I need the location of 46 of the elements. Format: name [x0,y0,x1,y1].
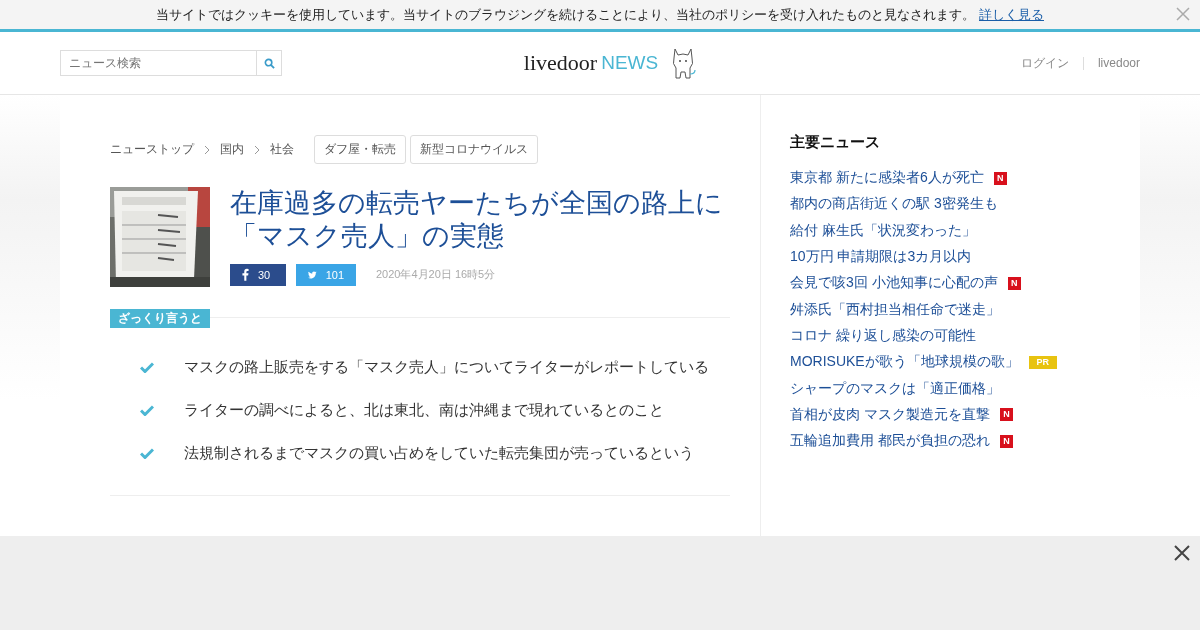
new-badge: N [1007,276,1021,290]
chevron-icon [204,144,210,155]
news-link[interactable]: 舛添氏「西村担当相任命で迷走」 [790,300,1000,319]
summary-label: ざっくり言うと [110,309,210,328]
search-icon [263,57,275,69]
search-field[interactable]: ニュース検索 [60,50,257,76]
topic-tag[interactable]: 新型コロナウイルス [410,135,538,164]
close-icon[interactable] [1174,545,1190,561]
breadcrumb-link[interactable]: 社会 [270,141,294,158]
summary-point: ライターの調べによると、北は東北、南は沖縄まで現れているとのこと [184,401,664,420]
sidebar-title: 主要ニュース [790,133,881,152]
pr-badge: PR [1028,355,1057,369]
logo-wordmark[interactable]: livedoor [523,50,598,76]
summary-point: 法規制されるまでマスクの買い占めをしていた転売集団が売っているという [184,444,694,463]
new-badge: N [999,408,1013,422]
news-link[interactable]: 首相が皮肉 マスク製造元を直撃 [790,405,990,424]
check-icon [140,405,154,416]
cookie-notice: 当サイトではクッキーを使用しています。当サイトのブラウジングを続けることにより、当社のポリシーを受け入れたものと見なされます。 詳しく見る [156,5,1044,24]
chevron-icon [254,144,260,155]
article-title: 在庫過多の転売ヤーたちが全国の路上に「マスク売人」の実態 [230,187,724,253]
news-link[interactable]: コロナ 繰り返し感染の可能性 [790,326,976,345]
new-badge: N [993,171,1007,185]
topic-tag[interactable]: ダフ屋・転売 [314,135,406,164]
search-button[interactable] [257,50,282,76]
news-link[interactable]: 10万円 申請期限は3カ月以内 [790,248,972,267]
publish-date: 2020年4月20日 16時5分 [376,267,496,283]
news-link[interactable]: 東京都 新たに感染者6人が死亡 [790,169,984,188]
details-link[interactable]: 詳しく見る [979,6,1044,22]
breadcrumb-link[interactable]: ニューストップ [110,141,194,158]
news-link[interactable]: 給付 麻生氏「状況変わった」 [790,221,976,240]
summary-point: マスクの路上販売をする「マスク売人」についてライターがレポートしている [184,358,709,377]
bird-icon [308,268,317,281]
header-link[interactable]: ログイン [1020,54,1069,72]
dog-mascot-icon [670,46,697,80]
news-link[interactable]: 都内の商店街近くの駅 3密発生も [790,195,998,214]
check-icon [140,362,154,373]
facebook-share-button[interactable]: 30 [230,263,286,286]
news-link[interactable]: 会見で咳3回 小池知事に心配の声 [790,274,998,293]
new-badge: N [999,434,1013,448]
header-link[interactable]: livedoor [1097,56,1140,70]
news-link[interactable]: MORISUKEが歌う「地球規模の歌」 [790,353,1019,372]
facebook-icon [242,268,249,282]
news-link[interactable]: シャープのマスクは「適正価格」 [790,379,1000,398]
news-link[interactable]: 五輪追加費用 都民が負担の恐れ [790,432,990,451]
breadcrumb-link[interactable]: 国内 [220,141,244,158]
check-icon [140,448,154,459]
